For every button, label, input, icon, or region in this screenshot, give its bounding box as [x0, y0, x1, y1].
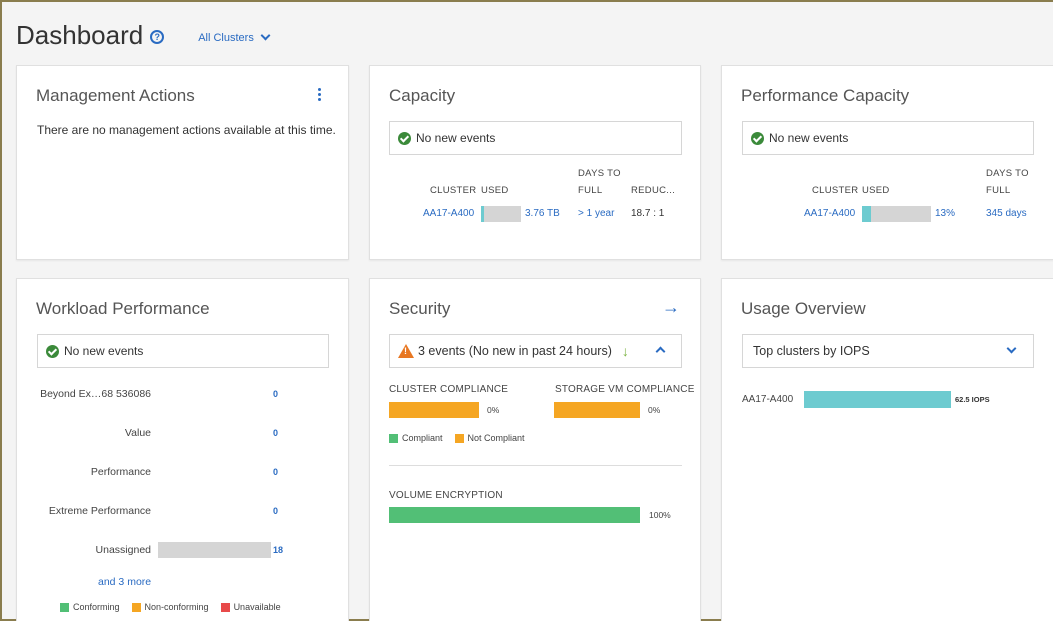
used-bar — [862, 206, 931, 222]
workload-legend: Conforming Non-conforming Unavailable — [60, 602, 293, 612]
legend-label: Non-conforming — [144, 602, 209, 612]
volume-encryption-value: 100% — [649, 510, 671, 520]
workload-row-label: Beyond Ex…68 536086 — [40, 388, 151, 400]
used-value[interactable]: 3.76 TB — [525, 208, 560, 219]
col-cluster: CLUSTER — [812, 185, 859, 196]
workload-row-label: Value — [124, 427, 151, 439]
legend-label: Unavailable — [233, 602, 281, 612]
usage-value: 62.5 IOPS — [955, 395, 990, 404]
workload-row-label: Extreme Performance — [48, 505, 151, 517]
svm-compliance-bar — [554, 402, 640, 418]
card-title: Usage Overview — [741, 299, 866, 318]
volume-encryption-label: VOLUME ENCRYPTION — [389, 490, 503, 501]
svm-compliance-label: STORAGE VM COMPLIANCE — [555, 384, 695, 395]
legend-label: Compliant — [402, 433, 443, 443]
check-circle-icon — [46, 344, 59, 358]
used-bar-fill — [481, 206, 485, 222]
unassigned-bar — [158, 542, 271, 558]
used-bar-fill — [862, 206, 871, 222]
not-compliant-swatch — [454, 433, 464, 443]
legend-label: Conforming — [73, 602, 120, 612]
col-used: USED — [481, 185, 509, 196]
help-icon[interactable]: ? — [150, 30, 165, 44]
non-conforming-swatch — [131, 602, 141, 612]
workload-row-label: Performance — [90, 466, 151, 478]
usage-cluster-label: AA17-A400 — [742, 394, 794, 405]
cluster-compliance-label: CLUSTER COMPLIANCE — [389, 384, 509, 395]
security-card[interactable]: Security → 3 events (No new in past 24 h… — [369, 278, 701, 621]
events-text: No new events — [416, 131, 496, 145]
col-cluster: CLUSTER — [430, 185, 477, 196]
reduction-value: 18.7 : 1 — [631, 208, 665, 219]
legend-label: Not Compliant — [467, 433, 525, 443]
card-title: Performance Capacity — [741, 86, 910, 105]
cluster-compliance-value: 0% — [487, 405, 500, 415]
divider — [389, 465, 682, 466]
col-reduction: REDUC... — [631, 185, 676, 196]
card-title: Capacity — [389, 86, 456, 105]
and-more-link[interactable]: and 3 more — [98, 576, 151, 588]
management-actions-card: Management Actions There are no manageme… — [16, 65, 349, 260]
card-title: Management Actions — [36, 86, 195, 105]
usage-bar — [804, 391, 951, 408]
events-text: No new events — [769, 131, 849, 145]
days-to-full-value[interactable]: > 1 year — [578, 208, 614, 219]
arrow-right-icon[interactable]: → — [662, 297, 680, 318]
workload-row-value[interactable]: 0 — [273, 428, 278, 438]
cluster-filter-label: All Clusters — [198, 31, 254, 44]
workload-row-value[interactable]: 0 — [273, 506, 278, 516]
col-full: FULL — [986, 185, 1011, 196]
capacity-card[interactable]: Capacity No new events CLUSTER USED DAYS… — [369, 65, 701, 260]
card-title: Security — [389, 299, 451, 318]
chevron-down-icon — [260, 30, 271, 41]
events-text: No new events — [64, 344, 144, 358]
warning-icon — [398, 344, 414, 358]
col-used: USED — [862, 185, 890, 196]
compliance-legend: Compliant Not Compliant — [389, 433, 537, 443]
unavailable-swatch — [220, 602, 230, 612]
card-title: Workload Performance — [36, 299, 210, 318]
workload-row-value[interactable]: 18 — [273, 545, 283, 555]
cluster-link[interactable]: AA17-A400 — [423, 208, 474, 219]
usage-metric-select[interactable]: Top clusters by IOPS — [742, 334, 1034, 368]
arrow-down-icon: ↓ — [621, 343, 629, 359]
cluster-link[interactable]: AA17-A400 — [804, 208, 855, 219]
check-circle-icon — [398, 131, 411, 145]
performance-capacity-card[interactable]: Performance Capacity No new events CLUST… — [721, 65, 1053, 260]
cluster-filter-dropdown[interactable]: All Clusters — [198, 30, 271, 44]
page-header: Dashboard ? All Clusters — [16, 20, 271, 51]
management-actions-message: There are no management actions availabl… — [37, 123, 336, 137]
events-status: No new events — [389, 121, 682, 155]
events-text: 3 events (No new in past 24 hours) — [418, 344, 612, 358]
days-to-full-value[interactable]: 345 days — [986, 208, 1027, 219]
usage-metric-value: Top clusters by IOPS — [753, 344, 870, 358]
security-events[interactable]: 3 events (No new in past 24 hours) ↓ — [389, 334, 682, 368]
col-days-to: DAYS TO — [986, 168, 1029, 179]
used-value[interactable]: 13% — [935, 208, 955, 219]
workload-performance-card[interactable]: Workload Performance No new events Beyon… — [16, 278, 349, 621]
chevron-up-icon[interactable] — [655, 346, 666, 357]
col-full: FULL — [578, 185, 603, 196]
workload-row-value[interactable]: 0 — [273, 467, 278, 477]
col-days-to: DAYS TO — [578, 168, 621, 179]
cluster-compliance-bar — [389, 402, 479, 418]
check-circle-icon — [751, 131, 764, 145]
volume-encryption-bar — [389, 507, 640, 523]
conforming-swatch — [60, 602, 69, 612]
workload-row-label: Unassigned — [95, 544, 151, 556]
more-options-icon[interactable] — [318, 88, 322, 103]
chevron-down-icon — [1006, 343, 1017, 354]
svm-compliance-value: 0% — [648, 405, 661, 415]
events-status: No new events — [742, 121, 1034, 155]
page-title: Dashboard — [16, 20, 144, 50]
used-bar — [481, 206, 521, 222]
events-status: No new events — [37, 334, 329, 368]
usage-overview-card[interactable]: Usage Overview Top clusters by IOPS AA17… — [721, 278, 1053, 621]
compliant-swatch — [389, 433, 398, 443]
workload-row-value[interactable]: 0 — [273, 389, 278, 399]
